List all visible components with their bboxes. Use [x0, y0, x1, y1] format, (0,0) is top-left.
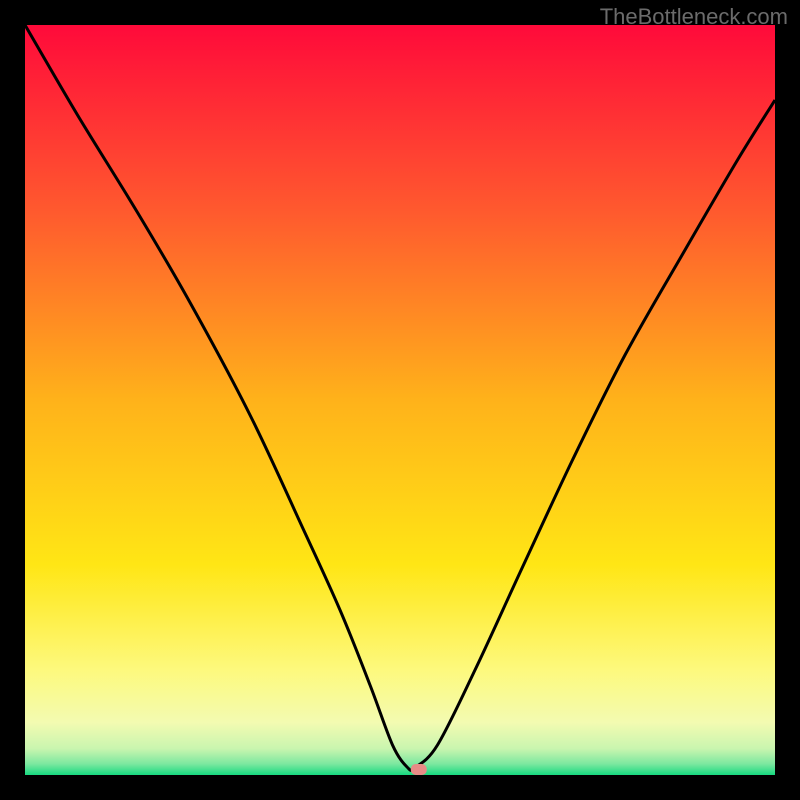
- gradient-background: [25, 25, 775, 775]
- bottleneck-chart: [25, 25, 775, 775]
- chart-frame: TheBottleneck.com: [0, 0, 800, 800]
- optimal-point-marker: [411, 764, 427, 775]
- watermark-label: TheBottleneck.com: [600, 4, 788, 30]
